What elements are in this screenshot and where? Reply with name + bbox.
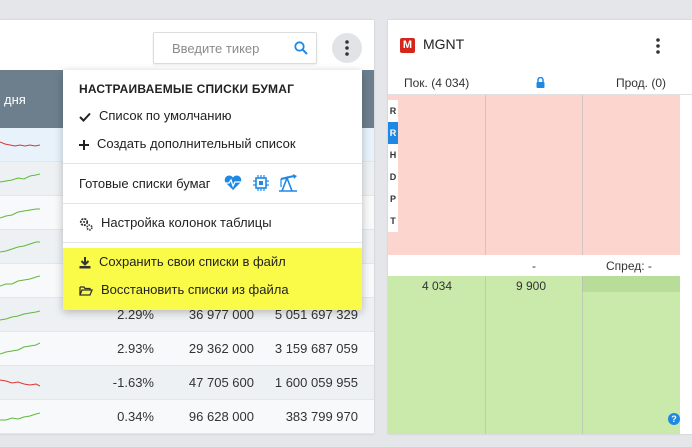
lock-icon[interactable] [536, 77, 545, 88]
menu-item-label: Восстановить списки из файла [101, 282, 289, 297]
column-divider [485, 276, 486, 434]
volume: 47 705 600 [188, 375, 254, 390]
sparkline-chart [0, 310, 40, 321]
menu-item-columns-settings[interactable]: Настройка колонок таблицы [79, 213, 272, 233]
sparkline-chart [0, 342, 40, 355]
menu-item-label: Список по умолчанию [99, 108, 232, 123]
table-row[interactable]: -1.63% 47 705 600 1 600 059 955 [0, 366, 374, 400]
bid-area[interactable]: 4 034 9 900 [388, 276, 680, 434]
table-row[interactable]: 2.93% 29 362 000 3 159 687 059 [0, 332, 374, 366]
turnover: 1 600 059 955 [274, 375, 358, 390]
sparkline-chart [0, 412, 40, 421]
exchange-letters: R R H D P T [388, 100, 398, 232]
ticker-search-input[interactable] [154, 33, 302, 63]
chip-icon[interactable] [251, 174, 271, 192]
sparkline-chart [0, 275, 40, 287]
download-icon [79, 256, 91, 269]
sparkline-chart [0, 173, 40, 183]
table-row[interactable]: 0.34% 96 628 000 383 799 970 [0, 400, 374, 434]
ticker-search-box[interactable] [153, 32, 317, 64]
folder-open-icon [79, 285, 93, 296]
column-divider [485, 95, 486, 255]
buy-header: Пок. (4 034) [404, 76, 470, 90]
exchange-letter[interactable]: T [388, 210, 398, 232]
bid-quantity: 4 034 [422, 279, 453, 293]
volume: 96 628 000 [188, 409, 254, 424]
heart-pulse-icon[interactable] [223, 174, 243, 192]
menu-divider [63, 203, 362, 204]
securities-toolbar [0, 20, 374, 70]
bid-price: 9 900 [516, 279, 547, 293]
sparkline-chart [0, 241, 40, 253]
column-label-day[interactable]: дня [4, 92, 26, 107]
preset-lists-label: Готовые списки бумаг [79, 174, 211, 194]
column-divider [582, 95, 583, 255]
exchange-letter[interactable]: R [388, 122, 398, 144]
menu-item-label: Создать дополнительный список [97, 136, 296, 151]
ask-area[interactable] [388, 95, 680, 255]
exchange-letter[interactable]: H [388, 144, 398, 166]
menu-title: НАСТРАИВАЕМЫЕ СПИСКИ БУМАГ [79, 82, 295, 96]
menu-divider [63, 242, 362, 243]
kebab-icon[interactable] [656, 38, 660, 54]
sell-header: Прод. (0) [615, 76, 666, 90]
menu-item-label: Готовые списки бумаг [79, 176, 211, 191]
bid-highlight [582, 276, 680, 292]
column-divider [582, 276, 583, 434]
order-book-column-header: Пок. (4 034) Прод. (0) [388, 70, 692, 95]
search-icon[interactable] [294, 41, 308, 55]
turnover: 3 159 687 059 [274, 341, 358, 356]
menu-divider [63, 163, 362, 164]
custom-lists-menu: НАСТРАИВАЕМЫЕ СПИСКИ БУМАГ Список по умо… [63, 70, 362, 310]
exchange-letter[interactable]: P [388, 188, 398, 210]
order-book-header: M MGNT [388, 20, 692, 70]
change-percent: 0.34% [117, 409, 154, 424]
menu-item-label: Настройка колонок таблицы [101, 215, 272, 230]
sparkline-chart [0, 141, 40, 147]
spread-row: - Спред: - [388, 255, 680, 276]
menu-item-label: Сохранить свои списки в файл [99, 254, 286, 269]
exchange-letter[interactable]: R [388, 100, 398, 122]
turnover: 383 799 970 [285, 409, 358, 424]
help-icon[interactable]: ? [668, 413, 680, 425]
sparkline-chart [0, 208, 40, 219]
menu-item-restore-lists[interactable]: Восстановить списки из файла [79, 280, 289, 300]
exchange-letter[interactable]: D [388, 166, 398, 188]
oil-pump-icon[interactable] [278, 174, 298, 192]
ticker-title: MGNT [423, 36, 465, 52]
order-book-panel: M MGNT Пок. (4 034) Прод. (0) R R H D P … [388, 20, 692, 434]
change-percent: 2.93% [117, 341, 154, 356]
kebab-icon [345, 40, 349, 56]
spread-dash: - [532, 259, 536, 273]
gears-icon [79, 217, 93, 231]
menu-item-create-list[interactable]: Создать дополнительный список [79, 134, 296, 154]
menu-item-default-list[interactable]: Список по умолчанию [79, 106, 231, 126]
menu-item-save-lists[interactable]: Сохранить свои списки в файл [79, 252, 286, 272]
plus-icon [79, 139, 89, 150]
change-percent: -1.63% [112, 375, 154, 390]
spread-label: Спред: - [606, 259, 652, 273]
check-icon [79, 112, 91, 122]
more-options-button[interactable] [332, 33, 362, 63]
preset-lists-icons [223, 174, 302, 192]
magnit-logo-icon: M [400, 38, 415, 53]
sparkline-chart [0, 379, 40, 387]
volume: 29 362 000 [188, 341, 254, 356]
